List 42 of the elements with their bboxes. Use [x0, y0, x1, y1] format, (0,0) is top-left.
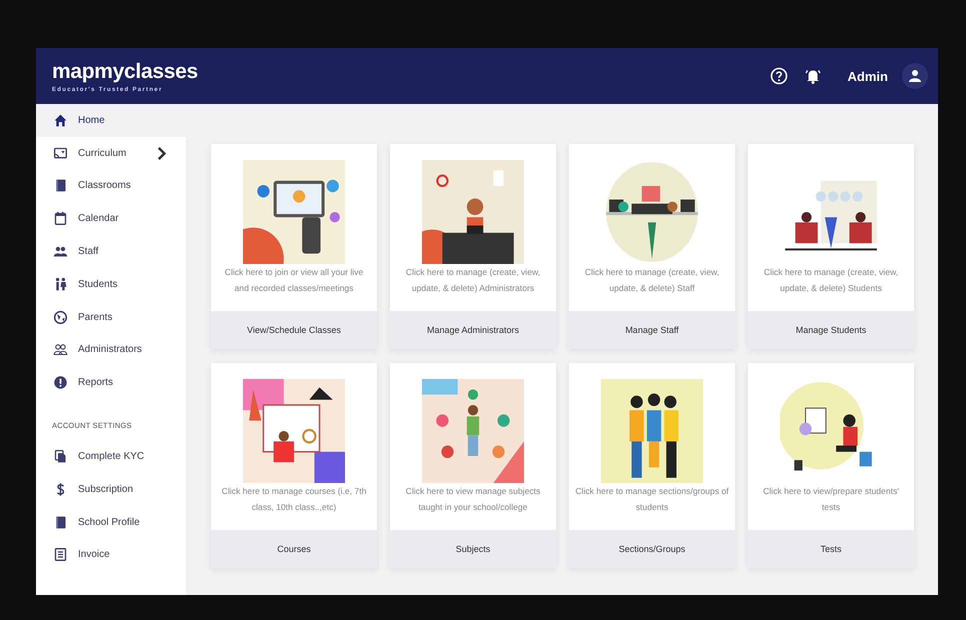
- list-icon: [53, 547, 68, 562]
- card-action-button[interactable]: Manage Administrators: [390, 311, 556, 349]
- calendar-icon: [53, 211, 68, 226]
- sidebar-item[interactable]: Curriculum: [36, 136, 186, 170]
- screen-icon: [53, 146, 68, 161]
- card-description: Click here to manage (create, view, update, & delete) Staff: [584, 266, 720, 295]
- sidebar-item[interactable]: Home: [36, 104, 186, 137]
- sidebar-item[interactable]: Calendar: [36, 202, 186, 236]
- sidebar-item[interactable]: School Profile: [36, 506, 186, 539]
- sidebar-item[interactable]: Invoice: [36, 538, 186, 572]
- card-action-button[interactable]: View/Schedule Classes: [211, 311, 377, 349]
- avatar-icon[interactable]: [902, 63, 928, 89]
- card-description: Click here to manage sections/groups of students: [574, 485, 730, 514]
- sidebar-item[interactable]: Parents: [36, 300, 186, 334]
- card-action-button[interactable]: Manage Staff: [569, 311, 735, 349]
- sidebar-item[interactable]: Administrators: [36, 334, 186, 366]
- people-icon: [53, 244, 68, 260]
- sidebar-item[interactable]: Subscription: [36, 472, 186, 506]
- alert-icon: [53, 375, 68, 390]
- logo: mapmyclasses: [52, 60, 198, 84]
- documents-icon: [53, 449, 68, 464]
- card-action-button[interactable]: Tests: [748, 530, 914, 568]
- home-icon: [53, 112, 68, 128]
- card-action-button[interactable]: Sections/Groups: [569, 530, 735, 568]
- figures-icon: [53, 276, 68, 292]
- card-description: Click here to manage (create, view, update, & delete) Students: [762, 266, 900, 295]
- card-action-button[interactable]: Courses: [211, 530, 377, 568]
- user-name: Admin: [848, 68, 888, 84]
- card-action-button[interactable]: Manage Students: [748, 311, 914, 349]
- card-description: Click here to view manage subjects taught in your school/college: [404, 485, 542, 514]
- card-action-button[interactable]: Subjects: [390, 530, 556, 568]
- card-description: Click here to view/prepare students' tests: [762, 485, 900, 514]
- card-description: Click here to manage courses (i.e, 7th class, 10th class..,etc): [220, 485, 368, 514]
- sidebar-item[interactable]: Students: [36, 268, 186, 301]
- sidebar-item[interactable]: Classrooms: [36, 170, 186, 202]
- sidebar-item[interactable]: Staff: [36, 235, 186, 268]
- sidebar-item[interactable]: Reports: [36, 366, 186, 400]
- help-icon[interactable]: [770, 67, 788, 85]
- card-description: Click here to manage (create, view, update, & delete) Administrators: [404, 266, 542, 295]
- sidebar-item[interactable]: Complete KYC: [36, 440, 186, 473]
- group-icon: [53, 342, 68, 358]
- card-description: Click here to join or view all your live and recorded classes/meetings: [224, 266, 364, 295]
